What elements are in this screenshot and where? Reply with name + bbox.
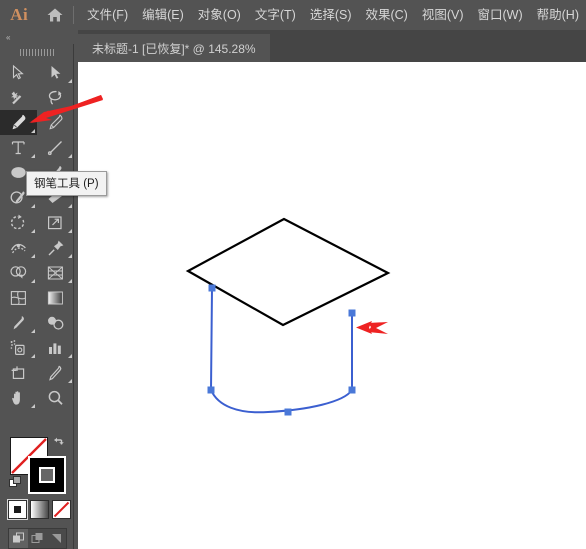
flyout-indicator-icon xyxy=(68,229,72,233)
gradient-tool[interactable] xyxy=(37,285,74,310)
home-icon[interactable] xyxy=(38,0,71,30)
cap-body-path[interactable] xyxy=(209,287,353,414)
menu-bar: Ai 文件(F) 编辑(E) 对象(O) 文字(T) 选择(S) 效果(C) 视… xyxy=(0,0,586,30)
flyout-indicator-icon xyxy=(31,404,35,408)
anchor-top-right[interactable] xyxy=(348,309,356,317)
type-tool[interactable] xyxy=(0,135,37,160)
eyedropper-tool[interactable] xyxy=(0,310,37,335)
draw-inside-button[interactable] xyxy=(47,529,66,548)
tool-grid xyxy=(0,60,74,410)
flyout-indicator-icon xyxy=(31,154,35,158)
menu-window[interactable]: 窗口(W) xyxy=(471,5,530,26)
flyout-indicator-icon xyxy=(68,204,72,208)
pen-tool[interactable] xyxy=(0,110,37,135)
anchor-bottom-left[interactable] xyxy=(207,386,215,394)
menu-type[interactable]: 文字(T) xyxy=(248,5,303,26)
lasso-tool[interactable] xyxy=(37,85,74,110)
free-transform-tool[interactable] xyxy=(37,235,74,260)
menu-effect[interactable]: 效果(C) xyxy=(358,5,414,26)
collapse-panel-button[interactable]: « xyxy=(0,30,74,44)
artboard-canvas[interactable] xyxy=(78,62,586,549)
gradient-mode-button[interactable] xyxy=(30,500,49,519)
menu-object[interactable]: 对象(O) xyxy=(191,5,248,26)
document-tab-bar: 未标题-1 [已恢复]* @ 145.28% xyxy=(78,30,586,62)
color-mode-button[interactable] xyxy=(7,499,28,520)
tool-tooltip: 钢笔工具 (P) xyxy=(26,171,107,196)
draw-normal-button[interactable] xyxy=(9,529,28,548)
anchor-top-left[interactable] xyxy=(208,284,216,292)
swap-fill-stroke-icon[interactable] xyxy=(52,436,67,455)
blend-tool[interactable] xyxy=(37,310,74,335)
flyout-indicator-icon xyxy=(31,279,35,283)
menu-file[interactable]: 文件(F) xyxy=(80,5,135,26)
menu-divider xyxy=(73,6,75,24)
graduation-cap-drawing xyxy=(185,217,391,416)
drag-handle-dots xyxy=(19,48,54,56)
flyout-indicator-icon xyxy=(31,254,35,258)
artboard-tool[interactable] xyxy=(0,360,37,385)
document-tab[interactable]: 未标题-1 [已恢复]* @ 145.28% xyxy=(78,34,270,62)
draw-behind-button[interactable] xyxy=(28,529,47,548)
width-tool[interactable] xyxy=(0,235,37,260)
scale-tool[interactable] xyxy=(37,210,74,235)
cap-top-diamond[interactable] xyxy=(185,217,391,327)
hand-tool[interactable] xyxy=(0,385,37,410)
curvature-tool[interactable] xyxy=(37,110,74,135)
symbol-sprayer-tool[interactable] xyxy=(0,335,37,360)
rotate-tool[interactable] xyxy=(0,210,37,235)
flyout-indicator-icon xyxy=(68,154,72,158)
zoom-tool[interactable] xyxy=(37,385,74,410)
perspective-grid-tool[interactable] xyxy=(37,260,74,285)
shape-builder-tool[interactable] xyxy=(0,260,37,285)
flyout-indicator-icon xyxy=(31,229,35,233)
menu-edit[interactable]: 编辑(E) xyxy=(135,5,191,26)
mesh-tool[interactable] xyxy=(0,285,37,310)
anchor-bottom-center[interactable] xyxy=(284,408,292,416)
flyout-indicator-icon xyxy=(31,129,35,133)
fill-stroke-controls xyxy=(0,432,74,500)
column-graph-tool[interactable] xyxy=(37,335,74,360)
flyout-indicator-icon xyxy=(31,329,35,333)
selection-tool[interactable] xyxy=(0,60,37,85)
tool-panel-bottom xyxy=(0,432,74,549)
flyout-indicator-icon xyxy=(68,379,72,383)
menu-help[interactable]: 帮助(H) xyxy=(530,5,586,26)
default-fill-stroke-icon[interactable] xyxy=(9,476,22,494)
stroke-swatch[interactable] xyxy=(28,456,66,494)
tools-panel: « 钢笔工具 (P) xyxy=(0,30,107,549)
illustrator-window: Ai 文件(F) 编辑(E) 对象(O) 文字(T) 选择(S) 效果(C) 视… xyxy=(0,0,586,549)
flyout-indicator-icon xyxy=(68,354,72,358)
flyout-indicator-icon xyxy=(68,254,72,258)
flyout-indicator-icon xyxy=(68,79,72,83)
stroke-swatch-inner xyxy=(39,467,55,483)
app-logo: Ai xyxy=(10,5,29,24)
flyout-indicator-icon xyxy=(68,279,72,283)
magic-wand-tool[interactable] xyxy=(0,85,37,110)
flyout-indicator-icon xyxy=(31,204,35,208)
none-mode-button[interactable] xyxy=(52,500,71,519)
line-segment-tool[interactable] xyxy=(37,135,74,160)
flyout-indicator-icon xyxy=(31,354,35,358)
panel-drag-handle[interactable] xyxy=(0,44,73,60)
direct-selection-tool[interactable] xyxy=(37,60,74,85)
anchor-bottom-right[interactable] xyxy=(348,386,356,394)
drawing-mode-buttons xyxy=(8,528,67,549)
menu-view[interactable]: 视图(V) xyxy=(415,5,471,26)
menu-select[interactable]: 选择(S) xyxy=(303,5,359,26)
color-mode-buttons xyxy=(7,499,71,520)
slice-tool[interactable] xyxy=(37,360,74,385)
